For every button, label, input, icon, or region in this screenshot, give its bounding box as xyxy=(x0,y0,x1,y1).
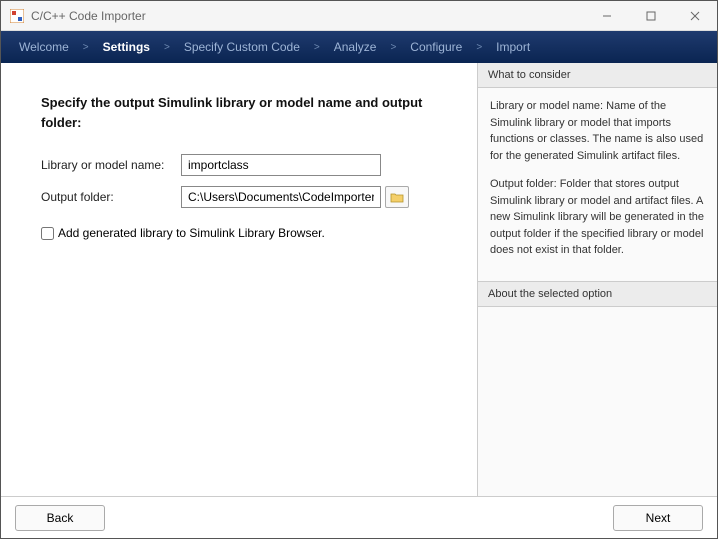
chevron-right-icon: > xyxy=(83,42,89,53)
what-to-consider-header: What to consider xyxy=(478,63,717,88)
add-to-browser-checkbox[interactable] xyxy=(41,227,54,240)
breadcrumb: Welcome > Settings > Specify Custom Code… xyxy=(1,31,717,63)
consider-text-2: Output folder: Folder that stores output… xyxy=(490,176,705,259)
output-folder-row: Output folder: xyxy=(41,186,449,208)
side-panel: What to consider Library or model name: … xyxy=(477,63,717,496)
chevron-right-icon: > xyxy=(164,42,170,53)
about-selected-section: About the selected option xyxy=(478,281,717,497)
chevron-right-icon: > xyxy=(390,42,396,53)
minimize-button[interactable] xyxy=(585,1,629,31)
step-configure[interactable]: Configure xyxy=(410,40,462,54)
output-folder-input[interactable] xyxy=(181,186,381,208)
close-button[interactable] xyxy=(673,1,717,31)
folder-icon xyxy=(390,192,404,203)
what-to-consider-body: Library or model name: Name of the Simul… xyxy=(478,88,717,281)
step-analyze[interactable]: Analyze xyxy=(334,40,377,54)
add-to-browser-label: Add generated library to Simulink Librar… xyxy=(58,226,325,240)
add-to-browser-row: Add generated library to Simulink Librar… xyxy=(41,226,449,240)
window-controls xyxy=(585,1,717,31)
about-selected-header: About the selected option xyxy=(478,282,717,307)
step-specify-custom-code[interactable]: Specify Custom Code xyxy=(184,40,300,54)
maximize-button[interactable] xyxy=(629,1,673,31)
window-title: C/C++ Code Importer xyxy=(31,9,585,23)
output-folder-label: Output folder: xyxy=(41,190,181,204)
main-panel: Specify the output Simulink library or m… xyxy=(1,63,477,496)
page-heading: Specify the output Simulink library or m… xyxy=(41,93,449,132)
chevron-right-icon: > xyxy=(476,42,482,53)
step-import[interactable]: Import xyxy=(496,40,530,54)
titlebar: C/C++ Code Importer xyxy=(1,1,717,31)
app-icon xyxy=(9,8,25,24)
library-name-input[interactable] xyxy=(181,154,381,176)
step-settings[interactable]: Settings xyxy=(103,40,150,54)
chevron-right-icon: > xyxy=(314,42,320,53)
what-to-consider-section: What to consider Library or model name: … xyxy=(478,63,717,281)
footer: Back Next xyxy=(1,496,717,538)
about-selected-body xyxy=(478,307,717,327)
library-name-label: Library or model name: xyxy=(41,158,181,172)
consider-text-1: Library or model name: Name of the Simul… xyxy=(490,98,705,164)
next-button[interactable]: Next xyxy=(613,505,703,531)
library-name-row: Library or model name: xyxy=(41,154,449,176)
back-button[interactable]: Back xyxy=(15,505,105,531)
content-area: Specify the output Simulink library or m… xyxy=(1,63,717,496)
browse-folder-button[interactable] xyxy=(385,186,409,208)
step-welcome[interactable]: Welcome xyxy=(19,40,69,54)
